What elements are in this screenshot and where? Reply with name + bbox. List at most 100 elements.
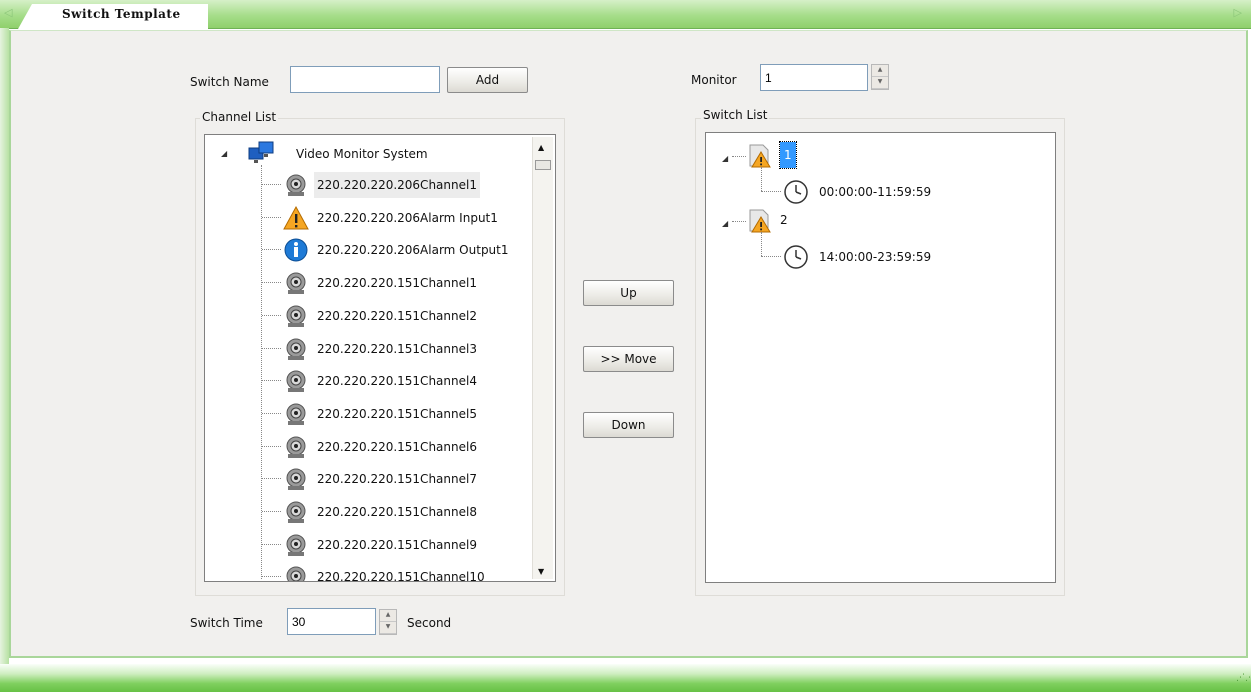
add-button[interactable]: Add [447,67,528,93]
scroll-tabs-right-icon[interactable]: ▷ [1228,6,1242,22]
camera-icon [283,270,309,296]
channel-tree-item-label: 220.220.220.151Channel7 [317,472,477,487]
down-button[interactable]: Down [583,412,674,438]
channel-tree-item-label: 220.220.220.206Alarm Output1 [317,243,509,258]
channel-tree-item[interactable]: 220.220.220.206Alarm Input1 [283,204,528,230]
monitor-input[interactable] [760,64,868,91]
channel-tree-item-label: 220.220.220.151Channel10 [317,570,485,582]
tree-guide-branch [262,543,281,545]
camera-icon [283,564,309,581]
tree-guide-branch [262,282,281,284]
channel-tree-item[interactable]: 220.220.220.151Channel1 [283,269,528,295]
channel-tree-item-label: 220.220.220.206Alarm Input1 [317,210,498,225]
tree-guide-branch [761,256,781,257]
second-label: Second [407,616,452,630]
tree-guide-line [761,232,762,256]
channel-tree-item[interactable]: 220.220.220.151Channel2 [283,302,528,328]
monitor-spinner[interactable]: ▲ ▼ [871,64,889,90]
tree-guide-line [761,167,762,191]
expand-icon[interactable]: ◢ [722,219,728,228]
scroll-down-icon[interactable]: ▼ [538,567,544,576]
spin-up-icon[interactable]: ▲ [872,65,888,77]
channel-tree-item[interactable]: 220.220.220.206Channel1 [283,171,528,198]
channel-tree-item[interactable]: 220.220.220.151Channel10 [283,563,528,582]
tree-guide-branch [262,380,281,382]
camera-icon [283,401,309,427]
tree-guide-branch [262,412,281,414]
switch-time-spinner[interactable]: ▲ ▼ [379,609,397,635]
camera-icon [283,336,309,362]
switch-tree-node[interactable]: 1 [748,141,828,169]
switch-time-range-item[interactable]: 14:00:00-23:59:59 [783,243,953,269]
channel-tree-item-label: 220.220.220.151Channel3 [317,341,477,356]
tree-guide-branch [732,156,746,157]
network-monitor-icon [248,141,274,163]
switch-time-label: Switch Time [190,616,263,630]
channel-tree-item[interactable]: 220.220.220.151Channel5 [283,400,528,426]
scroll-thumb[interactable] [535,160,551,170]
spin-down-icon[interactable]: ▼ [872,77,888,89]
tree-guide-branch [262,445,281,447]
doc-warning-icon [748,142,774,168]
status-bar [0,664,1251,692]
camera-icon [283,466,309,492]
switch-time-range-item[interactable]: 00:00:00-11:59:59 [783,178,953,204]
switch-tree-node-label: 2 [780,213,788,227]
doc-warning-icon [748,207,774,233]
switch-tree-node[interactable]: 2 [748,206,828,233]
resize-grip-icon[interactable]: ⋰⋰ [1236,674,1251,688]
info-icon [283,237,309,263]
tab-label: Switch Template [62,7,181,21]
switch-name-label: Switch Name [190,75,269,89]
tree-guide-branch [262,314,281,316]
expand-icon[interactable]: ◢ [722,154,728,163]
tree-root-label: Video Monitor System [296,147,428,161]
tree-guide-branch [262,216,281,218]
switch-name-input[interactable] [290,66,440,93]
clock-icon [783,179,809,205]
channel-tree-item[interactable]: 220.220.220.206Alarm Output1 [283,236,528,262]
switch-tree-node-label: 1 [779,141,797,169]
switch-list-label: Switch List [701,108,770,122]
channel-tree-item[interactable]: 220.220.220.151Channel9 [283,531,528,557]
channel-tree-item-label: 220.220.220.151Channel4 [317,374,477,389]
switch-time-input[interactable] [287,608,376,635]
switch-time-range-label: 14:00:00-23:59:59 [819,250,932,264]
spin-up-icon[interactable]: ▲ [380,610,396,622]
channel-tree-item-label: 220.220.220.151Channel2 [317,308,477,323]
tree-guide-branch [262,249,281,251]
channel-tree[interactable]: ▲ ▼ ◢ Video Monitor System 220.220.220.2… [204,134,556,582]
channel-tree-item-label: 220.220.220.206Channel1 [314,172,480,198]
channel-tree-item[interactable]: 220.220.220.151Channel3 [283,335,528,361]
switch-tree[interactable]: ◢ 1 00:00:00-11:59:59 ◢ 2 14:00:00-23:59:59 [705,132,1056,583]
scroll-tabs-left-icon[interactable]: ◁ [4,6,18,22]
warning-icon [283,205,309,231]
up-button[interactable]: Up [583,280,674,306]
tree-guide-branch [262,347,281,349]
tree-guide-branch [262,576,281,578]
move-button[interactable]: >> Move [583,346,674,372]
camera-icon [283,303,309,329]
camera-icon [283,532,309,558]
channel-tree-item[interactable]: 220.220.220.151Channel8 [283,498,528,524]
tree-guide-branch [262,511,281,512]
channel-tree-scrollbar[interactable]: ▲ ▼ [532,137,553,579]
channel-tree-item[interactable]: 220.220.220.151Channel4 [283,367,528,393]
tree-guide-branch [732,221,746,222]
channel-tree-item[interactable]: 220.220.220.151Channel7 [283,465,528,491]
channel-list-label: Channel List [200,110,279,124]
channel-tree-item-label: 220.220.220.151Channel8 [317,505,477,519]
camera-icon [283,368,309,394]
tree-guide-line [261,165,262,579]
camera-icon [283,434,309,460]
clock-icon [783,244,809,270]
spin-down-icon[interactable]: ▼ [380,622,396,634]
scroll-up-icon[interactable]: ▲ [538,143,544,152]
camera-icon [283,172,309,198]
channel-tree-item[interactable]: 220.220.220.151Channel6 [283,433,528,459]
root-expand-icon[interactable]: ◢ [221,149,227,158]
channel-tree-item-label: 220.220.220.151Channel6 [317,439,477,454]
monitor-label: Monitor [691,73,737,87]
camera-icon [283,499,309,525]
tree-guide-branch [262,184,281,185]
